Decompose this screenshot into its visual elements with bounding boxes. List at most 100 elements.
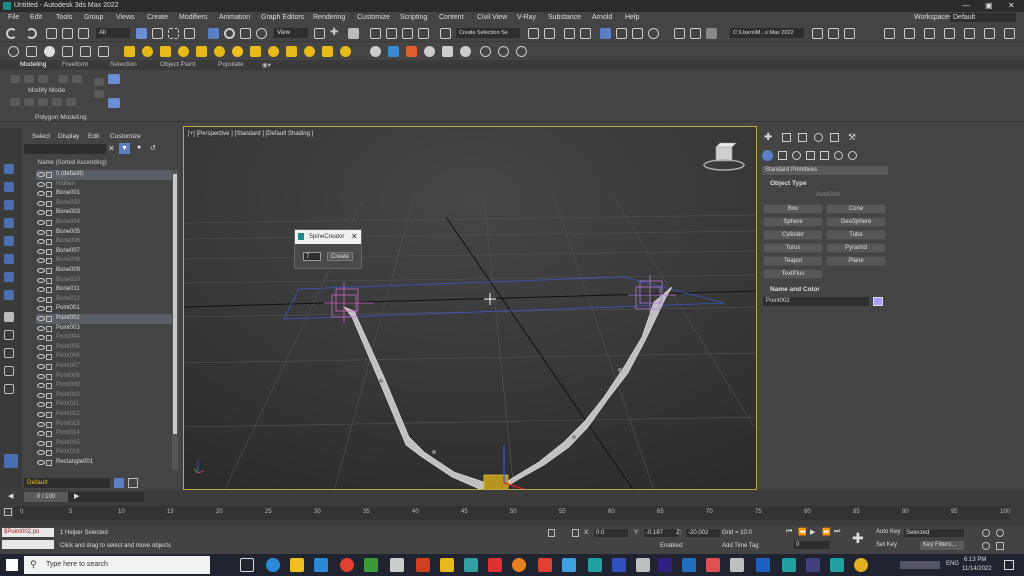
cameras-icon[interactable]: [806, 151, 815, 160]
freeze-icon[interactable]: [46, 239, 52, 246]
taskbar-app-icon[interactable]: [390, 558, 404, 572]
visibility-eye-icon[interactable]: [37, 325, 45, 331]
taskbar-app-icon[interactable]: [314, 558, 328, 572]
freeze-icon[interactable]: [46, 392, 52, 399]
filter-icon[interactable]: ▼: [119, 143, 130, 154]
z-coordinate-field[interactable]: -20.002: [686, 529, 720, 537]
explorer-row[interactable]: Hidden: [36, 180, 177, 190]
ribbon-tool-8[interactable]: [38, 98, 48, 106]
teapot-button[interactable]: Teapot: [763, 256, 823, 266]
time-slider-thumb[interactable]: 0 / 100: [24, 492, 68, 502]
object-color-swatch[interactable]: [873, 297, 883, 306]
freeze-icon[interactable]: [46, 306, 52, 313]
light-icon-9[interactable]: [286, 46, 297, 57]
explorer-side-icon[interactable]: [4, 290, 14, 300]
freeze-icon[interactable]: [46, 354, 52, 361]
close-icon[interactable]: ✕: [1008, 1, 1015, 10]
freeze-icon[interactable]: [46, 383, 52, 390]
bone-count-input[interactable]: 7: [303, 252, 321, 261]
menu-create[interactable]: Create: [147, 14, 168, 21]
clock-date[interactable]: 11/14/2022: [962, 566, 992, 572]
window-crossing-icon[interactable]: [184, 28, 195, 39]
object-name-field[interactable]: Point002: [763, 297, 869, 306]
ribbon-tool-13[interactable]: [108, 74, 120, 84]
track-bar-icon[interactable]: [4, 508, 12, 516]
taskbar-app-icon[interactable]: [266, 558, 280, 572]
link-icon[interactable]: [46, 28, 57, 39]
project-path-dropdown[interactable]: C:\Users\M...s Max 2022: [730, 28, 804, 38]
tab-populate[interactable]: Populate: [218, 61, 244, 68]
explorer-row[interactable]: Bone001: [36, 189, 177, 199]
tab-selection[interactable]: Selection: [110, 61, 137, 68]
selection-filter-dropdown[interactable]: All: [96, 28, 130, 38]
select-scale-icon[interactable]: [240, 28, 251, 39]
ribbon-tool-10[interactable]: [66, 98, 76, 106]
lock-icon[interactable]: ●: [137, 144, 141, 151]
taskbar-app-icon[interactable]: [464, 558, 478, 572]
taskbar-app-icon[interactable]: [682, 558, 696, 572]
category-dropdown[interactable]: Standard Primitives: [762, 166, 888, 175]
y-coordinate-field[interactable]: -0.187: [644, 529, 678, 537]
maximize-viewport-icon[interactable]: [996, 542, 1004, 550]
zoom-icon[interactable]: [982, 529, 990, 537]
freeze-icon[interactable]: [46, 220, 52, 226]
auto-key-button[interactable]: Auto Key: [876, 529, 900, 535]
visibility-eye-icon[interactable]: [37, 172, 45, 177]
taskbar-app-icon[interactable]: [416, 558, 430, 572]
taskbar-app-icon[interactable]: [730, 558, 744, 572]
visibility-eye-icon[interactable]: [37, 191, 45, 197]
current-frame-field[interactable]: 0: [794, 541, 830, 549]
maxscript-input-field[interactable]: [2, 540, 54, 549]
tab-modeling[interactable]: Modeling: [20, 61, 46, 68]
toolbar-extra-icon-3[interactable]: [924, 28, 935, 39]
add-time-tag[interactable]: Add Time Tag: [722, 543, 759, 549]
light-icon-11[interactable]: [322, 46, 333, 57]
open-folder-icon[interactable]: [812, 28, 823, 39]
explorer-menu-edit[interactable]: Edit: [88, 133, 99, 140]
explorer-side-icon[interactable]: [4, 272, 14, 282]
taskbar-app-icon[interactable]: [512, 558, 526, 572]
task-view-icon[interactable]: [240, 558, 254, 572]
explorer-row[interactable]: Point002: [36, 314, 177, 324]
taskbar-app-icon[interactable]: [806, 558, 820, 572]
prev-key-icon[interactable]: ⏪: [798, 528, 807, 536]
object-type-rollout-header[interactable]: Object Type: [770, 180, 807, 187]
angle-snap-icon[interactable]: [386, 28, 397, 39]
plane-button[interactable]: Plane: [826, 256, 886, 266]
explorer-row[interactable]: Rectangle001: [36, 458, 177, 468]
freeze-icon[interactable]: [46, 287, 52, 294]
geosphere-button[interactable]: GeoSphere: [826, 217, 886, 227]
reference-coordinate-dropdown[interactable]: View: [274, 28, 308, 38]
light-icon-3[interactable]: [160, 46, 171, 57]
start-icon[interactable]: [6, 559, 18, 571]
explorer-row[interactable]: Point005: [36, 343, 177, 353]
redo-icon[interactable]: [26, 28, 37, 39]
explorer-row[interactable]: Bone007: [36, 247, 177, 257]
visibility-eye-icon[interactable]: [37, 220, 45, 225]
light-icon-2[interactable]: [142, 46, 153, 57]
ribbon-tool-3[interactable]: [38, 75, 48, 83]
ribbon-tool-5[interactable]: [72, 75, 82, 83]
ribbon-tool-1[interactable]: [10, 75, 20, 83]
vray-icon-7[interactable]: [498, 46, 509, 57]
place-icon[interactable]: [256, 28, 267, 39]
taskbar-app-icon[interactable]: [364, 558, 378, 572]
explorer-side-icon[interactable]: [4, 218, 14, 228]
menu-modifiers[interactable]: Modifiers: [179, 14, 207, 21]
modify-panel-tab-icon[interactable]: [782, 133, 791, 142]
select-manipulate-icon[interactable]: ✚: [330, 28, 341, 39]
light-icon-6[interactable]: [214, 46, 225, 57]
explorer-row[interactable]: Bone011: [36, 285, 177, 295]
menu-views[interactable]: Views: [116, 14, 135, 21]
menu-substance[interactable]: Substance: [548, 14, 581, 21]
textplus-button[interactable]: TextPlus: [763, 269, 823, 279]
visibility-eye-icon[interactable]: [37, 248, 45, 254]
visibility-eye-icon[interactable]: [37, 287, 45, 293]
visibility-eye-icon[interactable]: [37, 354, 45, 360]
light-icon-8[interactable]: [268, 46, 279, 57]
explorer-row[interactable]: Bone002: [36, 199, 177, 209]
explorer-row[interactable]: Bone009: [36, 266, 177, 276]
explorer-row[interactable]: Bone003: [36, 208, 177, 218]
freeze-icon[interactable]: [46, 344, 52, 351]
ribbon-options-icon[interactable]: ◉▾: [262, 61, 271, 69]
